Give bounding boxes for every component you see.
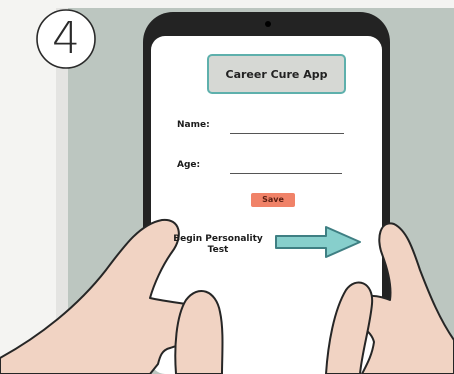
name-input[interactable] [230,121,344,134]
right-arrow-icon[interactable] [274,224,362,260]
save-button[interactable]: Save [251,193,295,207]
begin-label-line-2: Test [207,245,229,255]
age-input[interactable] [230,161,342,174]
begin-label-line-1: Begin Personality [173,234,263,244]
begin-personality-test-label: Begin Personality Test [172,234,264,256]
app-title: Career Cure App [225,67,328,81]
step-number: 4 [52,13,80,64]
app-ui-overlay: 4 Career Cure App Name: Age: Save Begin … [0,0,454,374]
name-label: Name: [177,120,210,130]
illustration-frame: 4 Career Cure App Name: Age: Save Begin … [0,0,454,374]
age-label: Age: [177,160,201,170]
